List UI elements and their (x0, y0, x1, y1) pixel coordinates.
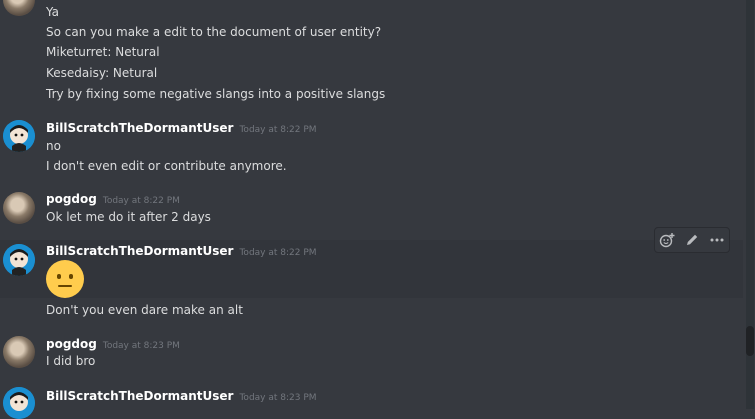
username-text[interactable]: BillScratchTheDormantUser (46, 389, 233, 403)
username-text[interactable]: BillScratchTheDormantUser (46, 244, 233, 258)
avatar[interactable] (3, 387, 35, 419)
add-reaction-icon (660, 233, 675, 248)
username-text[interactable]: pogdog (46, 192, 97, 206)
avatar[interactable] (3, 120, 35, 152)
edit-button[interactable] (682, 230, 702, 250)
message-text: Don't you even dare make an alt (46, 303, 243, 317)
user-avatar-icon (3, 120, 35, 152)
user-avatar-icon (3, 244, 35, 276)
avatar[interactable] (3, 244, 35, 276)
message-text: So can you make a edit to the document o… (46, 25, 382, 39)
username[interactable]: BillScratchTheDormantUser Today at 8:22 P… (46, 244, 317, 258)
avatar[interactable] (3, 192, 35, 224)
timestamp: Today at 8:23 PM (239, 393, 317, 403)
avatar[interactable] (3, 336, 35, 368)
timestamp: Today at 8:22 PM (239, 248, 317, 258)
user-avatar-icon (3, 387, 35, 419)
username[interactable]: pogdog Today at 8:23 PM (46, 337, 180, 351)
timestamp: Today at 8:22 PM (102, 196, 180, 206)
message-text: I did bro (46, 354, 96, 368)
username-text[interactable]: BillScratchTheDormantUser (46, 121, 233, 135)
scrollbar-thumb[interactable] (746, 326, 754, 356)
message-actions-toolbar (654, 227, 730, 253)
message-text: Kesedaisy: Netural (46, 66, 158, 80)
message-text: Try by fixing some negative slangs into … (46, 87, 386, 101)
more-options-icon (710, 238, 724, 242)
message-text: Ya (46, 5, 60, 19)
add-reaction-button[interactable] (657, 230, 677, 250)
more-options-button[interactable] (707, 230, 727, 250)
username[interactable]: pogdog Today at 8:22 PM (46, 192, 180, 206)
neutral-face-emoji-icon[interactable] (46, 260, 84, 298)
timestamp: Today at 8:22 PM (239, 125, 317, 135)
message-text: Miketurret: Netural (46, 45, 160, 59)
username[interactable]: BillScratchTheDormantUser Today at 8:23 P… (46, 389, 317, 403)
avatar[interactable] (3, 0, 35, 16)
edit-pencil-icon (686, 234, 698, 245)
message-text: Ok let me do it after 2 days (46, 210, 211, 224)
message-text: no (46, 139, 61, 153)
username[interactable]: BillScratchTheDormantUser Today at 8:22 P… (46, 121, 317, 135)
username-text[interactable]: pogdog (46, 337, 97, 351)
timestamp: Today at 8:23 PM (102, 341, 180, 351)
message-text: I don't even edit or contribute anymore. (46, 159, 287, 173)
